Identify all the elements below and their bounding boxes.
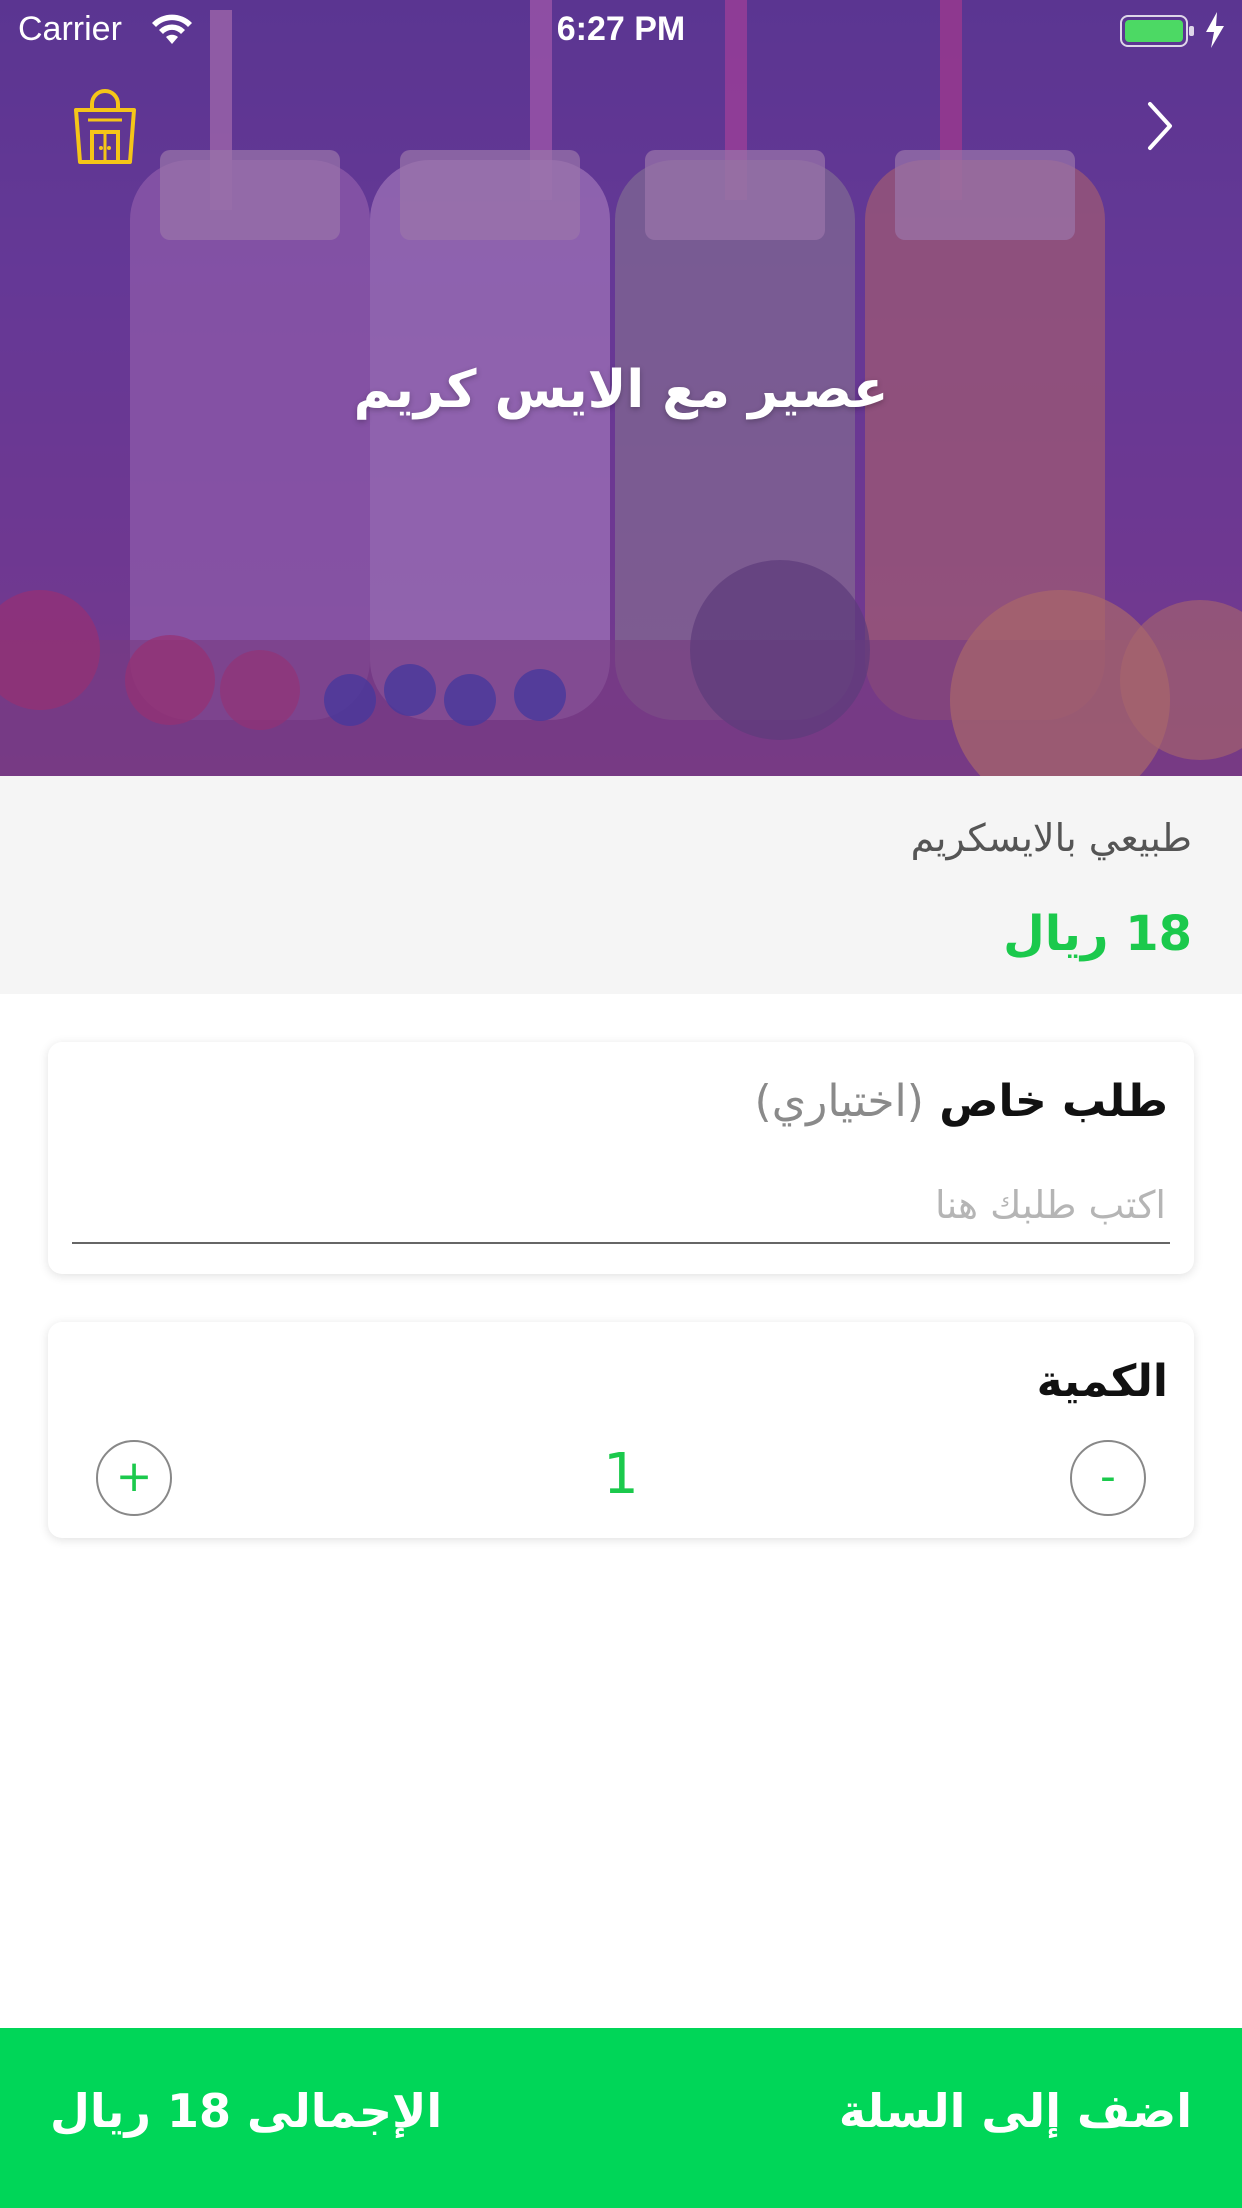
product-info: طبيعي بالايسكريم 18 ريال [0,776,1242,994]
product-screen: Carrier 6:27 PM عصير مع الايس كريم طبيعي… [0,0,1242,2208]
special-request-card: طلب خاص (اختياري) [48,1042,1194,1274]
quantity-title: الكمية [1036,1356,1168,1407]
chevron-right-icon[interactable] [1140,96,1180,156]
product-description: طبيعي بالايسكريم [910,816,1192,860]
status-bar: Carrier 6:27 PM [0,0,1242,60]
shopping-bag-icon[interactable] [70,88,140,166]
special-request-title: طلب خاص (اختياري) [755,1076,1168,1127]
charging-bolt-icon [1206,12,1224,48]
special-request-label: طلب خاص [939,1076,1168,1127]
quantity-card: الكمية + 1 - [48,1322,1194,1538]
add-to-cart-bar[interactable]: اضف إلى السلة الإجمالى 18 ريال [0,2028,1242,2208]
quantity-value: 1 [603,1442,639,1507]
product-hero-image: Carrier 6:27 PM عصير مع الايس كريم [0,0,1242,776]
status-time: 6:27 PM [556,10,686,48]
add-to-cart-button[interactable]: اضف إلى السلة [839,2084,1192,2138]
product-price: 18 ريال [1003,906,1192,962]
battery-icon [1120,15,1194,47]
optional-label: (اختياري) [754,1076,924,1127]
total-price: الإجمالى 18 ريال [50,2084,443,2138]
product-title: عصير مع الايس كريم [353,360,889,420]
decrease-quantity-button[interactable]: - [1070,1440,1146,1516]
special-request-input[interactable] [72,1178,1170,1244]
